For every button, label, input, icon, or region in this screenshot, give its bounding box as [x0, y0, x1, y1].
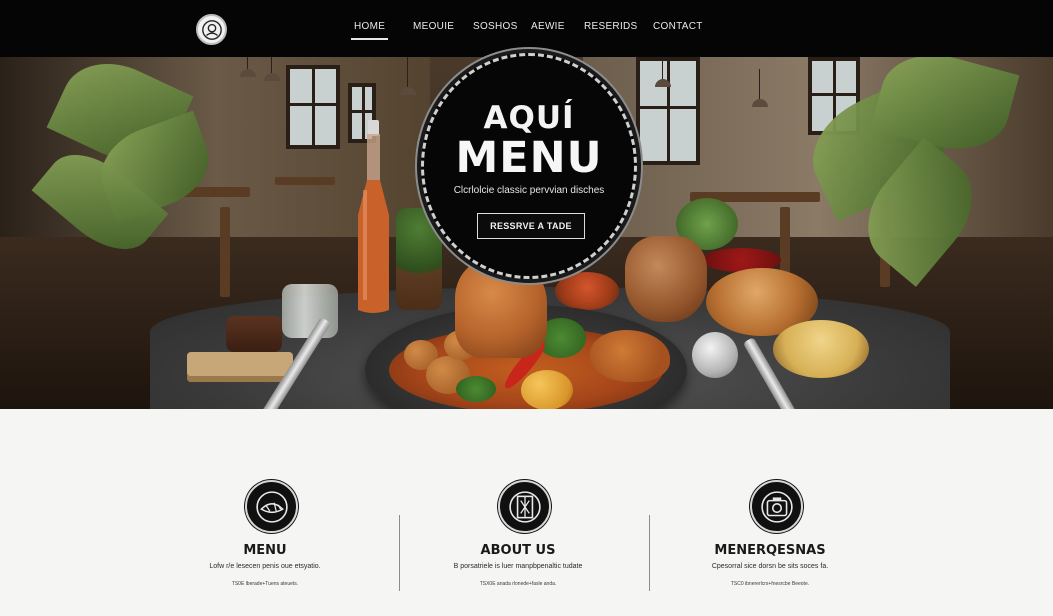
nav-item-soshos[interactable]: SOSHOS	[473, 21, 518, 37]
feature-card-about-us[interactable]: ABOUT US B porsatriele is luer manpbpena…	[418, 409, 648, 616]
nav-item-meouie[interactable]: MEOUIE	[413, 21, 454, 37]
feature-description: B porsatriele is luer manpbpenaltic tuda…	[453, 563, 583, 570]
bottle-icon	[358, 120, 389, 313]
feature-meta: TSX0E anada rlonede+fasle anda.	[479, 581, 557, 587]
feature-title: MENU	[243, 543, 287, 558]
reserve-table-button[interactable]: RESSRVE A TADE	[477, 213, 585, 239]
nav-item-contact[interactable]: CONTACT	[653, 21, 703, 37]
glass-jar	[282, 284, 338, 338]
peas	[456, 376, 496, 402]
rice-bowl	[773, 320, 869, 378]
chair	[220, 207, 230, 297]
feature-card-menu[interactable]: MENU Lofw r/e lesecen penis oue etsyatio…	[160, 409, 400, 616]
feature-description: Cpesorral sice dorsn be sits soces fa.	[711, 563, 829, 570]
hero-title-line1: AQUÍ	[483, 100, 575, 136]
nav-item-reserids[interactable]: RESERIDS	[584, 21, 638, 37]
feature-description: Lofw r/e lesecen penis oue etsyatio.	[209, 563, 321, 570]
feature-card-menerqesnas[interactable]: MENERQESNAS Cpesorral sice dorsn be sits…	[670, 409, 885, 616]
features-section: MENU Lofw r/e lesecen penis oue etsyatio…	[0, 409, 1053, 616]
appetizer-tray	[187, 352, 293, 382]
top-navigation: HOME MEOUIE SOSHOS AEWIE RESERIDS CONTAC…	[0, 0, 1053, 57]
restaurant-logo[interactable]	[196, 14, 227, 45]
page: HOME MEOUIE SOSHOS AEWIE RESERIDS CONTAC…	[0, 0, 1053, 616]
egg	[521, 370, 573, 410]
nav-item-home[interactable]: HOME	[350, 21, 389, 40]
feature-title: ABOUT US	[480, 543, 556, 558]
logo-emblem-icon	[201, 19, 222, 40]
spoon-icon	[692, 332, 738, 378]
portrait-emblem-icon	[498, 480, 551, 533]
section-divider	[399, 515, 400, 591]
dining-table	[275, 177, 335, 185]
food-emblem-icon	[245, 480, 298, 533]
hero-tagline: Clcrlolcie classic pervvian disches	[453, 185, 605, 196]
feature-meta: TSC0 ibnererlcrs+fnesrcbe Beeote.	[730, 581, 810, 587]
hero-badge: AQUÍ MENU Clcrlolcie classic pervvian di…	[421, 53, 637, 279]
salsa-bowl	[555, 272, 619, 310]
feature-title: MENERQESNAS	[714, 543, 826, 558]
nav-item-aewie[interactable]: AEWIE	[531, 21, 565, 37]
section-divider	[649, 515, 650, 591]
restaurant-window	[286, 65, 340, 149]
dessert-slice	[226, 316, 282, 352]
feature-meta: TS0E lberade+Tuens ateuets.	[231, 581, 299, 587]
clay-pot	[625, 236, 707, 322]
restaurant-window	[636, 57, 700, 165]
hero-title-line2: MENU	[455, 133, 603, 183]
camera-emblem-icon	[750, 480, 803, 533]
